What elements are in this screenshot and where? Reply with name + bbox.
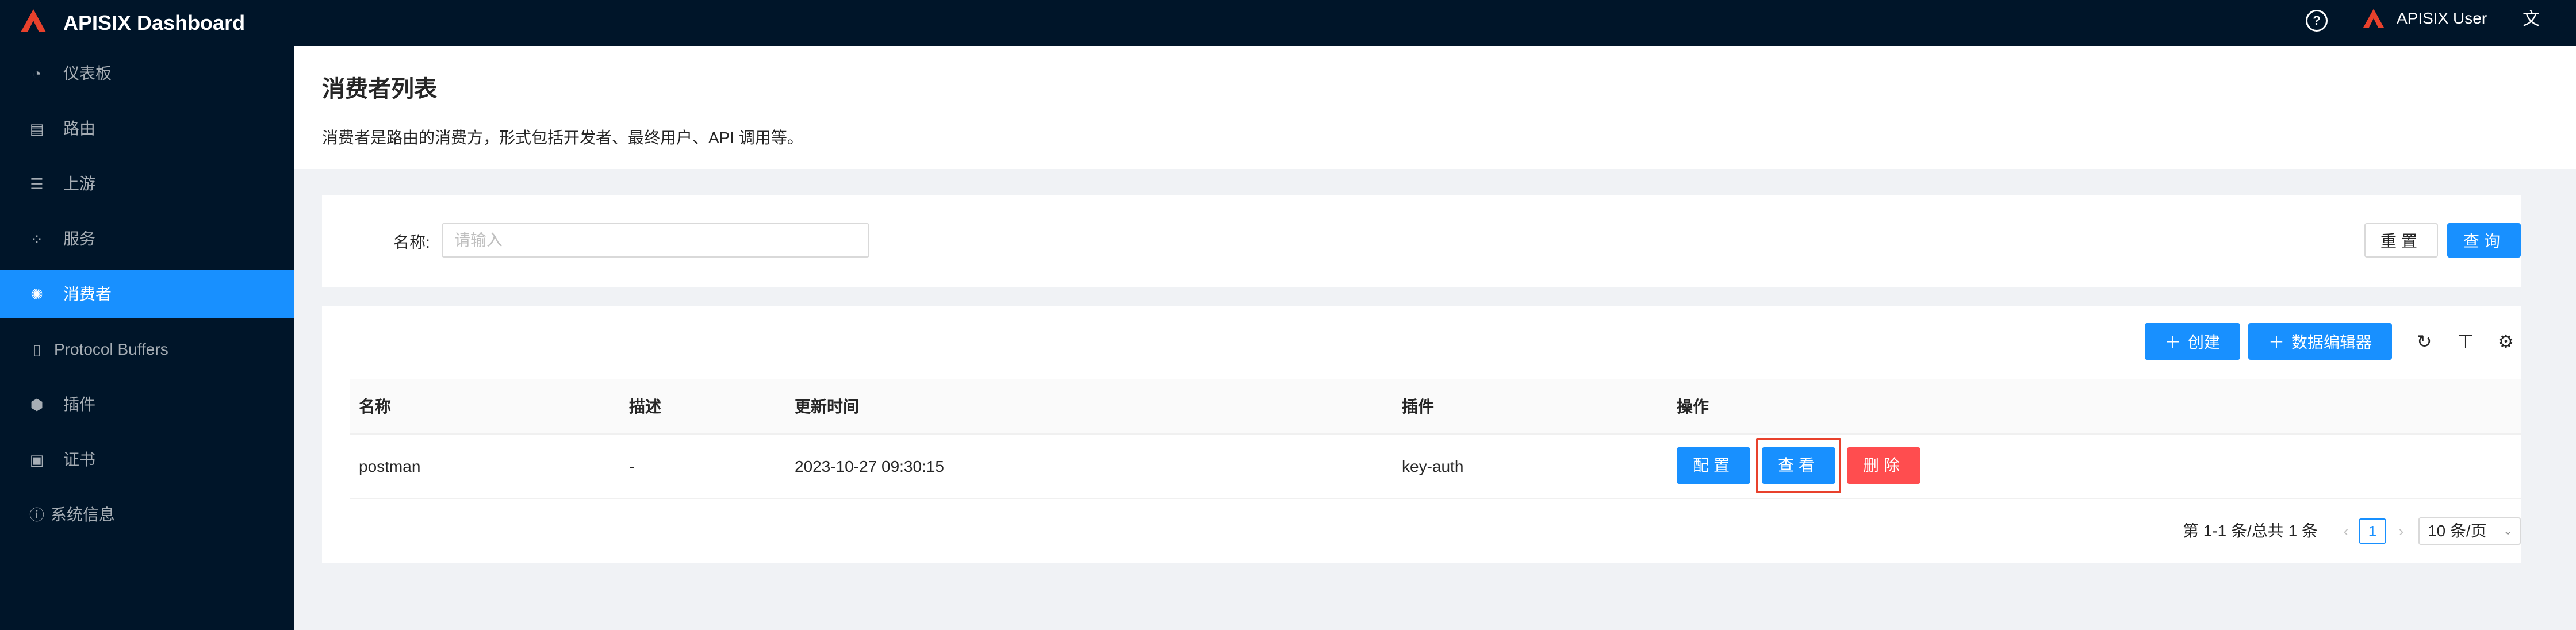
question-circle-icon[interactable]: ? <box>2306 10 2328 32</box>
table-header <box>350 379 2521 435</box>
cell-updated-time: 2023-10-27 09:30:15 <box>795 458 944 475</box>
setting-icon[interactable]: ⚙ <box>2494 330 2517 353</box>
create-button[interactable]: ＋ 创建 <box>2145 323 2240 360</box>
dashboard-icon: ◔ <box>32 65 41 82</box>
user-avatar[interactable] <box>2362 7 2385 30</box>
chevron-right-icon[interactable]: › <box>2392 517 2410 545</box>
route-icon: ▤ <box>29 120 44 137</box>
sidebar-item-label: Protocol Buffers <box>54 340 168 358</box>
sidebar-item-consumer[interactable]: ✺ 消费者 <box>0 270 294 318</box>
page-header <box>294 46 2576 169</box>
column-height-icon[interactable]: ⊤ <box>2454 330 2477 353</box>
name-field-label: 名称: <box>393 233 430 251</box>
plus-icon: ＋ <box>2164 333 2181 351</box>
sidebar-item-label: 插件 <box>63 395 96 413</box>
page-title: 消费者列表 <box>322 76 437 102</box>
translate-icon[interactable]: 文 <box>2520 8 2543 31</box>
configure-button[interactable]: 配置 <box>1677 447 1750 484</box>
column-header-actions: 操作 <box>1677 398 1709 416</box>
data-editor-button[interactable]: ＋ 数据编辑器 <box>2248 323 2392 360</box>
column-header-name: 名称 <box>359 398 392 416</box>
sidebar: ◔ 仪表板 ▤ 路由 ☰ 上游 ⁘ 服务 ✺ 消费者 ▯ Protocol Bu… <box>0 46 294 630</box>
consumer-icon: ✺ <box>30 286 43 303</box>
user-name[interactable]: APISIX User <box>2397 0 2487 37</box>
protobuf-icon: ▯ <box>32 341 41 358</box>
top-header <box>0 0 2576 46</box>
delete-button[interactable]: 删除 <box>1847 447 1920 484</box>
sidebar-item-label: 系统信息 <box>51 506 116 524</box>
column-header-updated: 更新时间 <box>795 398 860 416</box>
name-search-input[interactable] <box>442 223 869 258</box>
app-title: APISIX Dashboard <box>63 11 246 34</box>
page-description: 消费者是路由的消费方，形式包括开发者、最终用户、API 调用等。 <box>322 129 803 147</box>
sidebar-item-route[interactable]: ▤ 路由 <box>0 105 294 153</box>
page-size-select[interactable]: 10 条/页 ⌄ <box>2418 517 2521 545</box>
pagination-total: 第 1-1 条/总共 1 条 <box>2183 522 2318 540</box>
cell-description: - <box>629 458 635 475</box>
column-header-description: 描述 <box>629 398 662 416</box>
sidebar-item-label: 上游 <box>63 175 96 193</box>
sidebar-item-label: 证书 <box>63 451 96 468</box>
sidebar-item-service[interactable]: ⁘ 服务 <box>0 215 294 263</box>
sidebar-item-protocol-buffers[interactable]: ▯ Protocol Buffers <box>0 325 294 374</box>
pagination-page-1[interactable]: 1 <box>2359 518 2386 544</box>
reset-button[interactable]: 重置 <box>2364 223 2438 258</box>
column-header-plugins: 插件 <box>1402 398 1435 416</box>
upstream-icon: ☰ <box>30 175 44 193</box>
highlight-box <box>1756 438 1841 493</box>
plugin-icon: ⬢ <box>30 396 44 413</box>
sidebar-item-certificate[interactable]: ▣ 证书 <box>0 436 294 484</box>
sidebar-item-label: 路由 <box>63 120 96 137</box>
plus-icon: ＋ <box>2268 333 2284 351</box>
sidebar-item-label: 仪表板 <box>63 64 112 82</box>
cell-plugins: key-auth <box>1402 458 1464 475</box>
sidebar-item-label: 服务 <box>63 230 96 248</box>
sidebar-item-upstream[interactable]: ☰ 上游 <box>0 160 294 208</box>
apisix-logo <box>21 9 46 32</box>
chevron-down-icon: ⌄ <box>2503 525 2513 537</box>
sidebar-item-dashboard[interactable]: ◔ 仪表板 <box>0 49 294 98</box>
certificate-icon: ▣ <box>29 451 44 468</box>
query-button[interactable]: 查询 <box>2447 223 2521 258</box>
data-editor-button-label: 数据编辑器 <box>2291 333 2372 351</box>
info-icon: ⓘ <box>29 506 44 524</box>
sidebar-item-system-info[interactable]: ⓘ 系统信息 <box>0 491 294 539</box>
page-size-value: 10 条/页 <box>2428 522 2487 540</box>
create-button-label: 创建 <box>2188 333 2221 351</box>
cell-name: postman <box>359 458 421 475</box>
sidebar-item-plugin[interactable]: ⬢ 插件 <box>0 381 294 429</box>
chevron-left-icon[interactable]: ‹ <box>2337 517 2355 545</box>
reload-icon[interactable]: ↻ <box>2413 330 2436 353</box>
sidebar-item-label: 消费者 <box>63 285 112 303</box>
service-icon: ⁘ <box>30 231 43 248</box>
